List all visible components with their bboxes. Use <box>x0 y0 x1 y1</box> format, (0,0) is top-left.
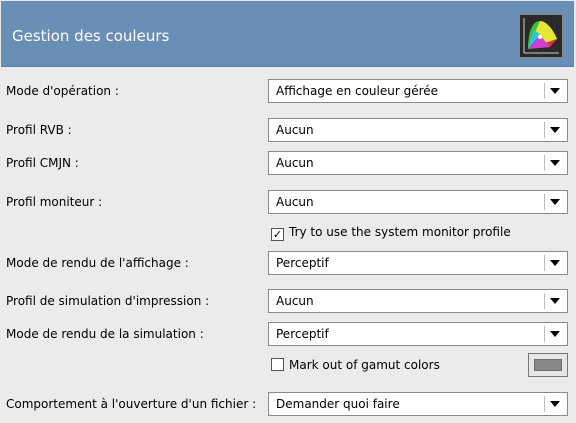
system-monitor-checkbox[interactable]: ✓ <box>271 228 284 241</box>
profil-moniteur-label: Profil moniteur : <box>6 195 103 209</box>
chevron-down-icon <box>550 88 560 94</box>
profil-cmjn-label: Profil CMJN : <box>6 156 79 170</box>
combo-separator <box>544 255 545 271</box>
profil-cmjn-select[interactable]: Aucun <box>268 151 568 175</box>
system-monitor-row[interactable]: ✓ Try to use the system monitor profile <box>271 225 511 241</box>
mode-operation-select[interactable]: Affichage en couleur gérée <box>268 79 568 103</box>
page-title: Gestion des couleurs <box>12 27 170 45</box>
chevron-down-icon <box>550 401 560 407</box>
gamut-color-button[interactable] <box>528 353 568 377</box>
profil-rvb-select[interactable]: Aucun <box>268 118 568 142</box>
profil-rvb-value: Aucun <box>276 123 314 137</box>
color-gamut-icon <box>519 14 563 58</box>
gamut-label: Mark out of gamut colors <box>289 358 440 372</box>
header-bar: Gestion des couleurs <box>1 1 574 67</box>
comportement-select[interactable]: Demander quoi faire <box>268 392 568 416</box>
profil-rvb-label: Profil RVB : <box>6 123 72 137</box>
gamut-row[interactable]: Mark out of gamut colors <box>271 358 440 372</box>
mode-rendu-simulation-value: Perceptif <box>276 327 329 341</box>
chevron-down-icon <box>550 160 560 166</box>
combo-separator <box>544 326 545 342</box>
mode-rendu-simulation-label: Mode de rendu de la simulation : <box>6 327 204 341</box>
gamut-color-swatch <box>534 359 562 371</box>
system-monitor-label: Try to use the system monitor profile <box>289 225 511 239</box>
chevron-down-icon <box>550 260 560 266</box>
chevron-down-icon <box>550 127 560 133</box>
profil-simulation-value: Aucun <box>276 294 314 308</box>
combo-separator <box>544 122 545 138</box>
comportement-value: Demander quoi faire <box>276 397 400 411</box>
gamut-checkbox[interactable] <box>271 358 284 371</box>
mode-rendu-simulation-select[interactable]: Perceptif <box>268 322 568 346</box>
comportement-label: Comportement à l'ouverture d'un fichier … <box>6 397 257 411</box>
combo-separator <box>544 396 545 412</box>
profil-simulation-select[interactable]: Aucun <box>268 289 568 313</box>
combo-separator <box>544 194 545 210</box>
chevron-down-icon <box>550 298 560 304</box>
mode-operation-label: Mode d'opération : <box>6 84 119 98</box>
mode-rendu-affichage-select[interactable]: Perceptif <box>268 251 568 275</box>
profil-cmjn-value: Aucun <box>276 156 314 170</box>
mode-rendu-affichage-label: Mode de rendu de l'affichage : <box>6 256 189 270</box>
profil-simulation-label: Profil de simulation d'impression : <box>6 294 210 308</box>
combo-separator <box>544 83 545 99</box>
profil-moniteur-select[interactable]: Aucun <box>268 190 568 214</box>
profil-moniteur-value: Aucun <box>276 195 314 209</box>
mode-operation-value: Affichage en couleur gérée <box>276 84 439 98</box>
chevron-down-icon <box>550 331 560 337</box>
chevron-down-icon <box>550 199 560 205</box>
combo-separator <box>544 293 545 309</box>
combo-separator <box>544 155 545 171</box>
mode-rendu-affichage-value: Perceptif <box>276 256 329 270</box>
